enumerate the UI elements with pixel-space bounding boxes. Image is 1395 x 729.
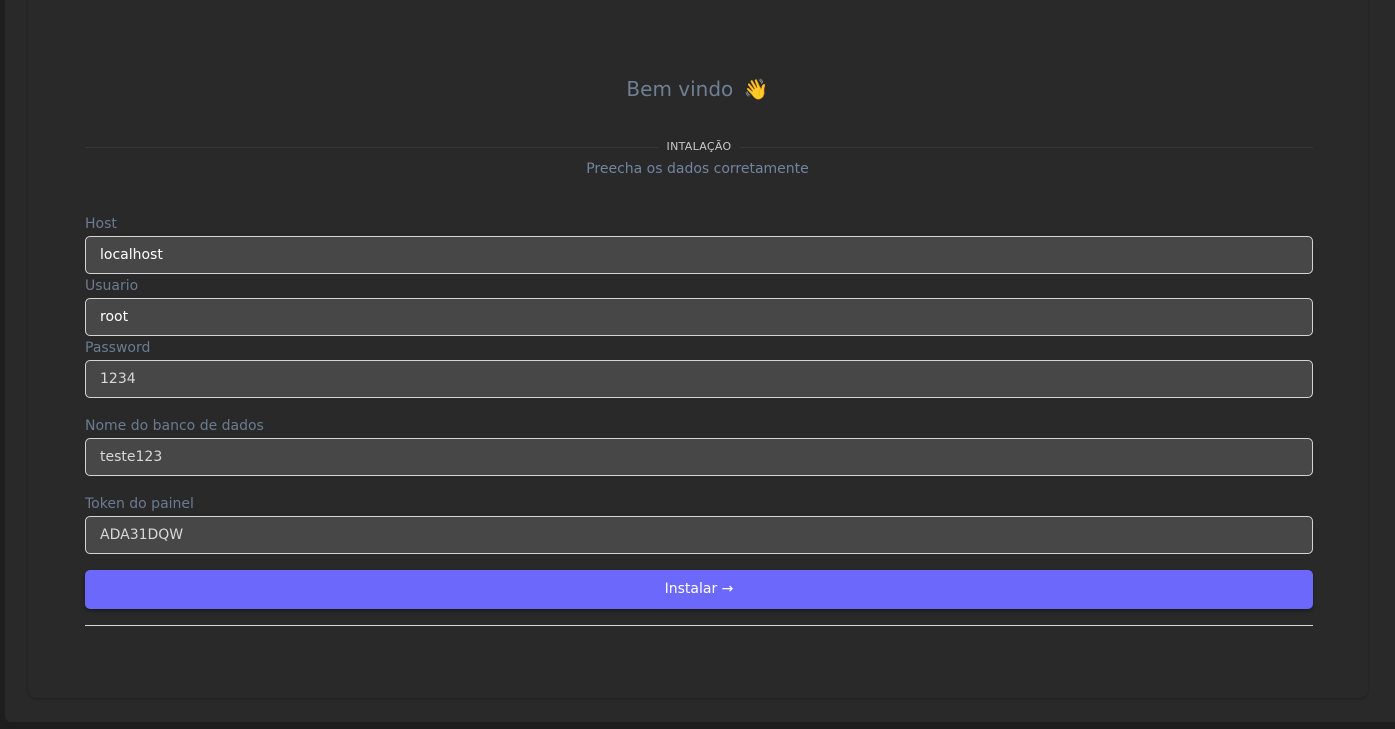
install-button[interactable]: Instalar →: [85, 570, 1313, 609]
arrow-right-icon: →: [721, 581, 734, 597]
panel-token-label: Token do painel: [85, 496, 194, 512]
database-name-input[interactable]: teste123: [85, 438, 1313, 476]
section-divider: INTALAÇÃO: [85, 140, 1313, 154]
page-subtitle: Preecha os dados corretamente: [586, 161, 809, 177]
waving-hand-icon: 👋: [743, 77, 769, 101]
page-title: Bem vindo 👋: [0, 76, 1395, 102]
footer-divider: [85, 625, 1313, 626]
host-input[interactable]: localhost: [85, 236, 1313, 274]
database-name-label: Nome do banco de dados: [85, 418, 264, 434]
host-label: Host: [85, 216, 117, 232]
user-label: Usuario: [85, 278, 139, 294]
user-input[interactable]: root: [85, 298, 1313, 336]
password-input[interactable]: 1234: [85, 360, 1313, 398]
divider-label: INTALAÇÃO: [658, 140, 740, 154]
install-button-label: Instalar: [664, 581, 718, 597]
title-text: Bem vindo: [626, 77, 734, 101]
panel-token-input[interactable]: ADA31DQW: [85, 516, 1313, 554]
password-label: Password: [85, 340, 151, 356]
